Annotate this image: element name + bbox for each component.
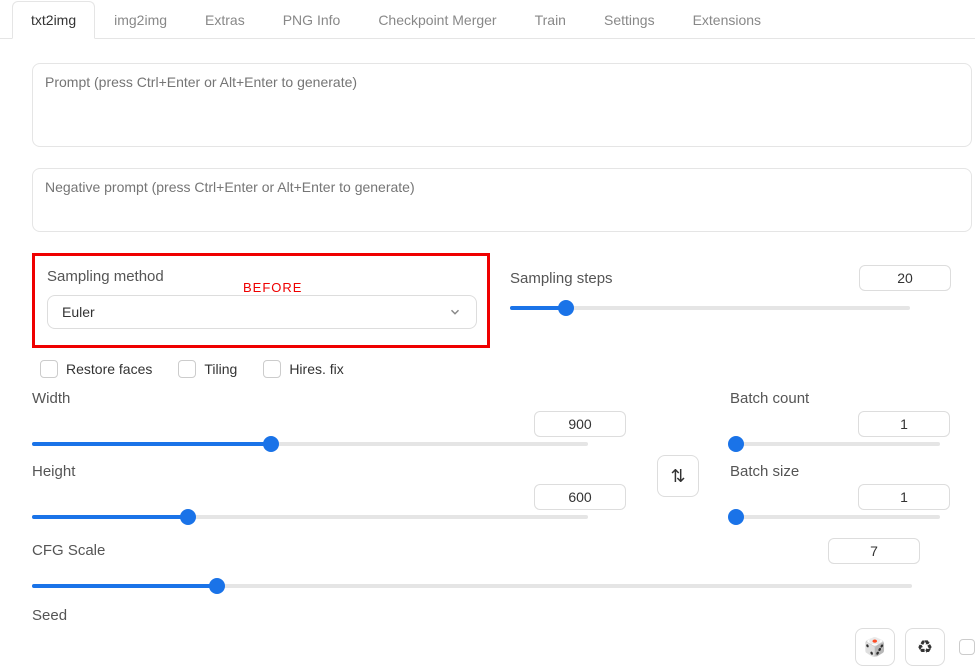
tab-settings[interactable]: Settings xyxy=(585,1,674,39)
swap-dimensions-button[interactable]: ⇅ xyxy=(657,455,699,497)
tiling-checkbox[interactable]: Tiling xyxy=(178,360,237,378)
height-label: Height xyxy=(32,463,626,480)
batch-size-value[interactable]: 1 xyxy=(858,484,950,510)
cfg-scale-label: CFG Scale xyxy=(32,542,105,559)
prompt-input[interactable] xyxy=(32,63,972,147)
cfg-scale-slider[interactable] xyxy=(32,579,912,593)
hires-fix-checkbox[interactable]: Hires. fix xyxy=(263,360,343,378)
height-slider[interactable] xyxy=(32,510,588,524)
checkbox-icon xyxy=(40,360,58,378)
main-tabs: txt2img img2img Extras PNG Info Checkpoi… xyxy=(0,0,975,39)
width-slider[interactable] xyxy=(32,437,588,451)
tiling-label: Tiling xyxy=(204,361,237,377)
tab-extensions[interactable]: Extensions xyxy=(674,1,780,39)
cfg-scale-value[interactable]: 7 xyxy=(828,538,920,564)
tab-txt2img[interactable]: txt2img xyxy=(12,1,95,39)
seed-reuse-button[interactable]: ♻ xyxy=(905,628,945,666)
checkbox-icon xyxy=(178,360,196,378)
tab-img2img[interactable]: img2img xyxy=(95,1,186,39)
checkbox-icon xyxy=(263,360,281,378)
seed-label: Seed xyxy=(32,607,67,624)
dice-icon: 🎲 xyxy=(864,637,886,658)
hires-fix-label: Hires. fix xyxy=(289,361,343,377)
chevron-down-icon xyxy=(448,305,462,319)
seed-extra-checkbox[interactable] xyxy=(959,639,975,655)
tab-train[interactable]: Train xyxy=(516,1,585,39)
before-annotation: BEFORE xyxy=(243,280,302,295)
batch-count-value[interactable]: 1 xyxy=(858,411,950,437)
checkbox-icon xyxy=(959,639,975,655)
sampling-method-label: Sampling method xyxy=(47,268,164,285)
swap-icon: ⇅ xyxy=(670,466,685,487)
batch-count-label: Batch count xyxy=(730,390,950,407)
sampling-method-select[interactable]: Euler xyxy=(47,295,477,329)
width-value[interactable]: 900 xyxy=(534,411,626,437)
negative-prompt-input[interactable] xyxy=(32,168,972,232)
tab-pnginfo[interactable]: PNG Info xyxy=(264,1,360,39)
sampling-steps-slider[interactable] xyxy=(510,301,910,315)
height-value[interactable]: 600 xyxy=(534,484,626,510)
tab-extras[interactable]: Extras xyxy=(186,1,264,39)
batch-size-label: Batch size xyxy=(730,463,950,480)
sampling-steps-label: Sampling steps xyxy=(510,270,613,287)
batch-count-slider[interactable] xyxy=(730,437,940,451)
restore-faces-checkbox[interactable]: Restore faces xyxy=(40,360,152,378)
recycle-icon: ♻ xyxy=(917,637,933,658)
tab-checkpoint-merger[interactable]: Checkpoint Merger xyxy=(359,1,515,39)
sampling-method-highlight: Sampling method BEFORE Euler xyxy=(32,253,490,348)
restore-faces-label: Restore faces xyxy=(66,361,152,377)
sampling-method-value: Euler xyxy=(62,304,95,320)
sampling-steps-value[interactable]: 20 xyxy=(859,265,951,291)
width-label: Width xyxy=(32,390,626,407)
batch-size-slider[interactable] xyxy=(730,510,940,524)
seed-random-button[interactable]: 🎲 xyxy=(855,628,895,666)
